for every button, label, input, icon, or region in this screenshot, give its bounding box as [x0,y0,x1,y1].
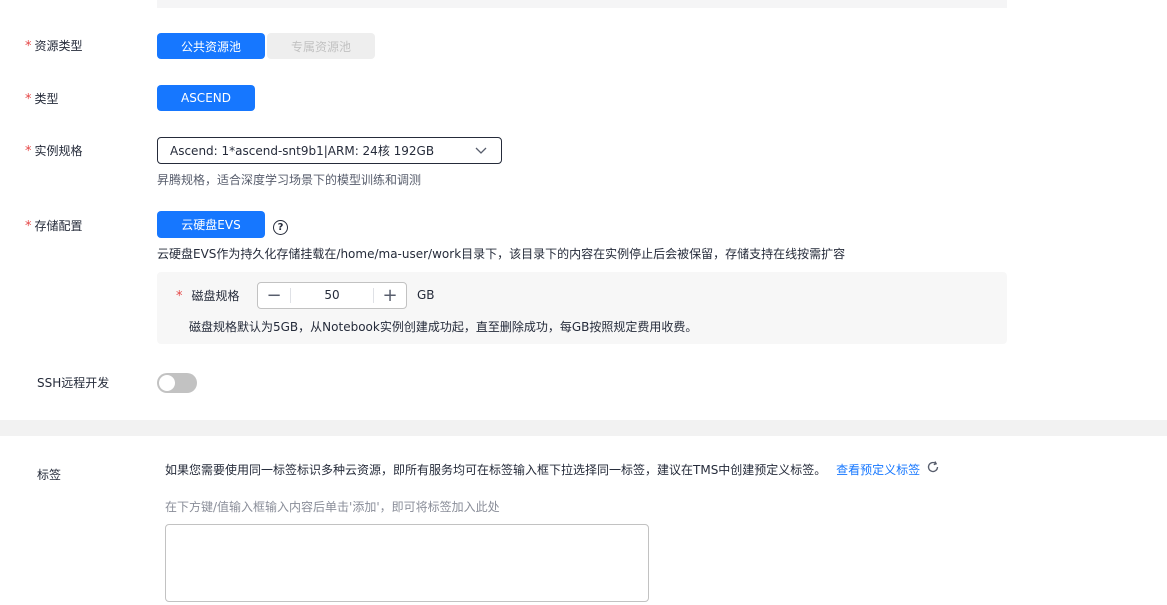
type-ascend-button[interactable]: ASCEND [157,85,255,111]
storage-evs-button[interactable]: 云硬盘EVS [157,211,265,238]
resource-pool-public-button[interactable]: 公共资源池 [157,33,265,59]
disk-spec-hint: 磁盘规格默认为5GB，从Notebook实例创建成功起，直至删除成功，每GB按照… [189,320,698,334]
top-strip [157,0,1007,8]
disk-spec-label: * 磁盘规格 [176,287,240,304]
disk-size-stepper[interactable]: − 50 + [257,282,407,309]
tags-input-area[interactable] [165,524,649,602]
storage-hint: 云硬盘EVS作为持久化存储挂载在/home/ma-user/work目录下，该目… [157,247,846,261]
disk-unit: GB [417,288,435,302]
instance-spec-label: * 实例规格 [25,142,83,159]
tags-hint: 在下方键/值输入框输入内容后单击'添加'，即可将标签加入此处 [165,500,500,514]
ssh-label: SSH远程开发 [37,376,110,390]
type-label-text: 类型 [34,92,59,106]
resource-type-label: * 资源类型 [25,37,83,54]
instance-spec-select[interactable]: Ascend: 1*ascend-snt9b1|ARM: 24核 192GB [157,137,502,164]
view-predefined-tags-link[interactable]: 查看预定义标签 [836,463,920,477]
increment-button[interactable]: + [374,283,406,308]
type-label: * 类型 [25,90,59,107]
resource-pool-dedicated-button[interactable]: 专属资源池 [267,33,375,59]
instance-spec-label-text: 实例规格 [34,144,83,158]
disk-size-value[interactable]: 50 [290,288,374,303]
disk-spec-label-text: 磁盘规格 [191,289,240,303]
chevron-down-icon [475,147,487,154]
storage-label: * 存储配置 [25,217,83,234]
refresh-icon[interactable] [926,460,940,474]
toggle-knob [159,375,175,391]
config-card [0,0,1167,420]
storage-label-text: 存储配置 [34,219,83,233]
help-icon[interactable]: ? [273,220,288,235]
instance-spec-hint: 昇腾规格，适合深度学习场景下的模型训练和调测 [157,173,422,187]
decrement-button[interactable]: − [258,283,290,308]
resource-type-label-text: 资源类型 [34,39,83,53]
required-mark: * [25,144,32,159]
required-mark: * [25,92,32,107]
tags-info: 如果您需要使用同一标签标识多种云资源，即所有服务均可在标签输入框下拉选择同一标签… [165,461,920,478]
required-mark: * [25,219,32,234]
required-mark: * [176,289,183,304]
tags-info-text: 如果您需要使用同一标签标识多种云资源，即所有服务均可在标签输入框下拉选择同一标签… [165,463,827,477]
ssh-toggle[interactable] [157,373,197,393]
tags-label: 标签 [37,468,62,482]
instance-spec-selected: Ascend: 1*ascend-snt9b1|ARM: 24核 192GB [170,144,435,158]
required-mark: * [25,39,32,54]
